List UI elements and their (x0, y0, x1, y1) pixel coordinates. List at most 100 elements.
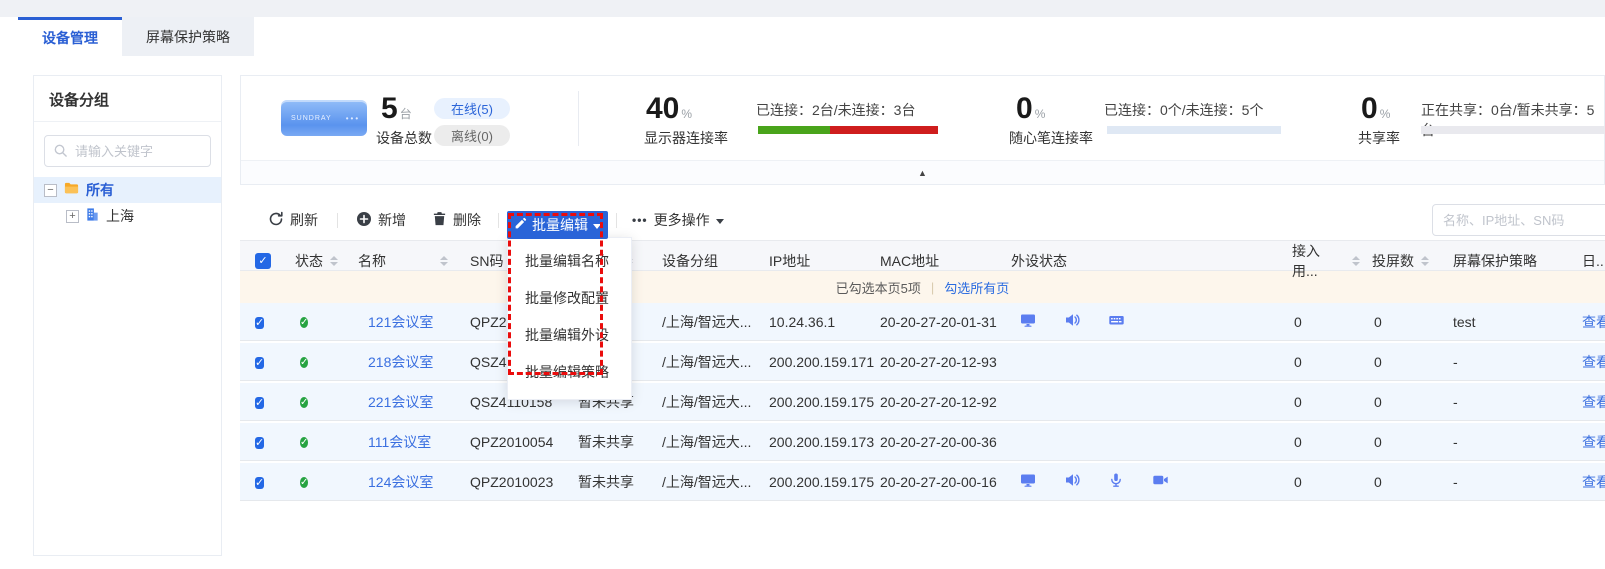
tree-node-shanghai-label: 上海 (106, 206, 134, 226)
ip-cell: 10.24.36.1 (762, 314, 876, 330)
online-badge[interactable]: 在线(5) (434, 98, 510, 119)
device-name-link[interactable]: 111会议室 (368, 434, 431, 450)
tree-node-all[interactable]: − 所有 (34, 177, 221, 203)
group-cell: /上海/智远大... (650, 432, 762, 452)
expand-expander-icon[interactable]: + (66, 210, 79, 223)
menu-item-batch-edit-name[interactable]: 批量编辑名称 (508, 243, 631, 280)
online-status-icon: ✓ (300, 437, 308, 448)
view-log-link[interactable]: 查看 (1582, 354, 1605, 370)
header-name[interactable]: 名称 (358, 251, 386, 271)
device-name-link[interactable]: 221会议室 (368, 394, 433, 410)
policy-cell: - (1440, 474, 1560, 490)
tab-device-management[interactable]: 设备管理 (18, 17, 122, 56)
header-screensaver-policy[interactable]: 屏幕保护策略 (1453, 251, 1537, 271)
mac-cell: 20-20-27-20-00-16 (876, 474, 1000, 490)
window-top-strip (0, 0, 1605, 17)
sort-icon[interactable] (1421, 256, 1429, 266)
more-actions-label: 更多操作 (654, 210, 710, 230)
policy-cell: - (1440, 434, 1560, 450)
device-name-link[interactable]: 124会议室 (368, 474, 433, 490)
device-name-link[interactable]: 121会议室 (368, 314, 433, 330)
add-icon (356, 211, 372, 230)
view-log-link[interactable]: 查看 (1582, 474, 1605, 490)
view-log-link[interactable]: 查看 (1582, 434, 1605, 450)
row-checkbox[interactable]: ✓ (255, 437, 264, 449)
table-row[interactable]: ✓ ✓ 221会议室 QSZ4110158 暂未共享 /上海/智远大... 20… (240, 383, 1605, 421)
header-device-group[interactable]: 设备分组 (662, 251, 718, 271)
collapse-stats-button[interactable]: ▲ (241, 160, 1604, 184)
toolbar-divider (498, 213, 499, 228)
policy-cell: test (1440, 314, 1560, 330)
view-log-link[interactable]: 查看 (1582, 394, 1605, 410)
pen-rate-detail: 已连接：0个/未连接：5个 (1104, 100, 1263, 120)
menu-item-batch-modify-config[interactable]: 批量修改配置 (508, 280, 631, 317)
table-row[interactable]: ✓ ✓ 121会议室 QPZ2 /上海/智远大... 10.24.36.1 20… (240, 303, 1605, 341)
table-row[interactable]: ✓ ✓ 124会议室 QPZ2010023 暂未共享 /上海/智远大... 20… (240, 463, 1605, 501)
more-actions-button[interactable]: ••• 更多操作 (632, 210, 724, 230)
casts-cell: 0 (1360, 434, 1440, 450)
pen-rate-bar (1107, 126, 1281, 134)
row-checkbox[interactable]: ✓ (255, 357, 264, 369)
search-icon (53, 143, 68, 161)
delete-button[interactable]: 删除 (432, 210, 481, 230)
users-cell: 0 (1270, 474, 1360, 490)
device-total-value: 5台 (381, 94, 412, 129)
collapse-expander-icon[interactable]: − (44, 184, 57, 197)
add-button[interactable]: 新增 (356, 210, 406, 230)
chevron-down-icon (593, 224, 601, 233)
row-checkbox[interactable]: ✓ (255, 397, 264, 409)
monitor-rate-value: 40% (646, 94, 692, 129)
trash-icon (432, 211, 447, 229)
batch-edit-button[interactable]: 批量编辑 (507, 211, 608, 239)
view-log-link[interactable]: 查看 (1582, 314, 1605, 330)
header-mac[interactable]: MAC地址 (880, 251, 939, 271)
collapse-arrow-icon: ▲ (918, 168, 927, 178)
device-brand: SUNDRAY (291, 115, 332, 122)
mac-cell: 20-20-27-20-12-93 (876, 354, 1000, 370)
pen-rate-label: 随心笔连接率 (1009, 128, 1093, 148)
share-rate-label: 共享率 (1358, 128, 1400, 148)
select-all-checkbox[interactable]: ✓ (255, 253, 271, 269)
users-cell: 0 (1270, 394, 1360, 410)
group-search-input[interactable] (44, 135, 211, 167)
refresh-button[interactable]: 刷新 (268, 210, 318, 230)
refresh-icon (268, 211, 284, 230)
group-cell: /上海/智远大... (650, 312, 762, 332)
row-checkbox[interactable]: ✓ (255, 317, 264, 329)
select-all-pages-link[interactable]: 勾选所有页 (944, 278, 1009, 297)
header-access-users[interactable]: 接入用... (1292, 241, 1345, 281)
tab-screensaver-policy[interactable]: 屏幕保护策略 (122, 17, 254, 56)
header-ip[interactable]: IP地址 (769, 251, 810, 271)
offline-badge[interactable]: 离线(0) (434, 125, 510, 146)
header-cast-count[interactable]: 投屏数 (1372, 251, 1414, 271)
batch-edit-label: 批量编辑 (532, 215, 588, 235)
sort-icon[interactable] (1352, 256, 1360, 266)
header-sn[interactable]: SN码 (470, 251, 503, 271)
ip-cell: 200.200.159.175 (762, 394, 876, 410)
pencil-icon (514, 217, 527, 233)
menu-item-batch-edit-policy[interactable]: 批量编辑策略 (508, 354, 631, 391)
menu-item-batch-edit-peripherals[interactable]: 批量编辑外设 (508, 317, 631, 354)
device-table: ✓ 状态 名称 SN码 设备分组 IP地址 MAC地址 外设状态 接入用... … (240, 240, 1605, 503)
pen-rate-value: 0% (1016, 94, 1045, 129)
table-row[interactable]: ✓ ✓ 111会议室 QPZ2010054 暂未共享 /上海/智远大... 20… (240, 423, 1605, 461)
table-search-input[interactable] (1432, 204, 1605, 236)
table-row[interactable]: ✓ ✓ 218会议室 QSZ4 /上海/智远大... 200.200.159.1… (240, 343, 1605, 381)
header-peripherals[interactable]: 外设状态 (1011, 251, 1067, 271)
refresh-label: 刷新 (290, 210, 318, 230)
microphone-icon (1108, 472, 1124, 491)
device-name-link[interactable]: 218会议室 (368, 354, 433, 370)
monitor-rate-detail: 已连接：2台/未连接：3台 (756, 100, 915, 120)
header-status[interactable]: 状态 (295, 251, 323, 271)
tree-node-shanghai[interactable]: + 上海 (34, 203, 221, 229)
sort-icon[interactable] (440, 256, 448, 266)
casts-cell: 0 (1360, 314, 1440, 330)
header-log[interactable]: 日... (1582, 251, 1605, 271)
row-checkbox[interactable]: ✓ (255, 477, 264, 489)
speaker-icon (1064, 472, 1080, 491)
casts-cell: 0 (1360, 394, 1440, 410)
group-cell: /上海/智远大... (650, 472, 762, 492)
sort-icon[interactable] (330, 256, 338, 266)
monitor-icon (1020, 312, 1036, 331)
policy-cell: - (1440, 354, 1560, 370)
